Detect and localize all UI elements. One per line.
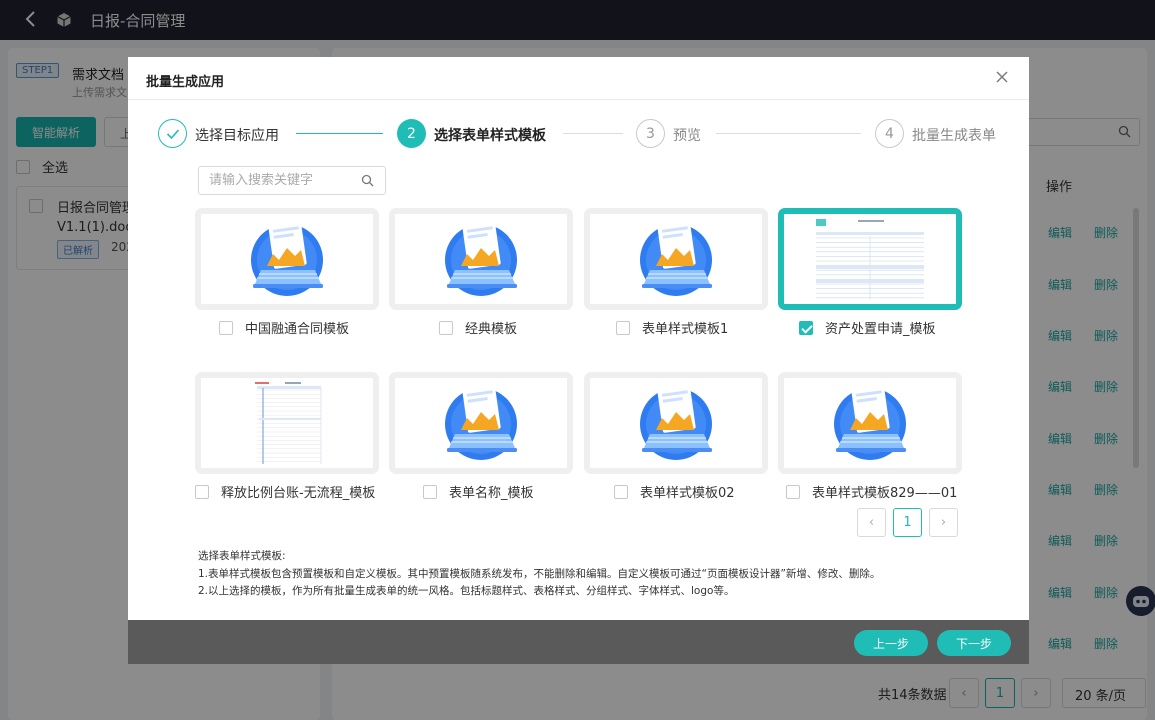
notes-line-2: 2.以上选择的模板，作为所有批量生成表单的统一风格。包括标题样式、表格样式、分组… (198, 585, 735, 597)
template-card[interactable] (195, 208, 379, 310)
template-card[interactable] (778, 372, 962, 474)
close-icon[interactable] (994, 69, 1010, 85)
dialog-header: 批量生成应用 (128, 57, 1029, 100)
template-card[interactable] (389, 372, 573, 474)
template-option[interactable]: 表单样式模板02 (614, 482, 735, 501)
step-3-number: 3 (636, 119, 665, 148)
batch-generate-dialog: 批量生成应用 选择目标应用 2 选择表单样式模板 3 预览 4 批量生成表单 中… (128, 57, 1029, 664)
step-connector (563, 133, 623, 134)
step-1-check-icon (158, 119, 187, 148)
template-checkbox[interactable] (786, 484, 800, 499)
template-checkbox[interactable] (799, 320, 813, 335)
template-label: 表单样式模板829——01 (812, 486, 958, 501)
prev-step-button[interactable]: 上一步 (854, 630, 928, 656)
step-3-label: 预览 (673, 128, 701, 144)
template-label: 经典模板 (465, 322, 518, 337)
dialog-title: 批量生成应用 (146, 75, 225, 90)
template-option[interactable]: 表单样式模板1 (616, 318, 728, 337)
template-label: 资产处置申请_模板 (825, 322, 936, 337)
notes-heading: 选择表单样式模板: (198, 550, 286, 562)
template-option[interactable]: 释放比例台账-无流程_模板 (195, 482, 375, 501)
step-connector (296, 133, 383, 134)
template-illustration-icon (784, 378, 956, 468)
template-checkbox[interactable] (423, 484, 437, 499)
template-form-preview (201, 378, 373, 468)
template-illustration-icon (590, 378, 762, 468)
template-page-next-button[interactable]: › (929, 508, 958, 537)
template-checkbox[interactable] (616, 320, 630, 335)
template-illustration-icon (395, 214, 567, 304)
template-search[interactable] (198, 166, 386, 195)
dialog-footer: 上一步 下一步 (128, 620, 1029, 664)
template-label: 释放比例台账-无流程_模板 (221, 486, 376, 501)
template-card[interactable] (195, 372, 379, 474)
template-checkbox[interactable] (614, 484, 628, 499)
template-checkbox[interactable] (195, 484, 209, 499)
template-checkbox[interactable] (439, 320, 453, 335)
template-label: 表单样式模板02 (640, 486, 735, 501)
template-label: 表单名称_模板 (449, 486, 534, 501)
template-option[interactable]: 表单样式模板829——01 (786, 482, 957, 501)
step-1-label: 选择目标应用 (195, 128, 279, 144)
template-label: 中国融通合同模板 (245, 322, 350, 337)
template-illustration-icon (395, 378, 567, 468)
template-form-preview (784, 214, 956, 304)
search-icon[interactable] (361, 174, 374, 191)
template-card[interactable] (389, 208, 573, 310)
next-step-button[interactable]: 下一步 (937, 630, 1011, 656)
step-connector (716, 133, 861, 134)
template-checkbox[interactable] (219, 320, 233, 335)
template-page-number[interactable]: 1 (893, 508, 922, 537)
step-4-number: 4 (875, 119, 904, 148)
stepper: 选择目标应用 2 选择表单样式模板 3 预览 4 批量生成表单 (158, 119, 1008, 149)
template-card[interactable] (778, 208, 962, 310)
step-2-number: 2 (397, 119, 426, 148)
template-option[interactable]: 资产处置申请_模板 (799, 318, 936, 337)
template-option[interactable]: 中国融通合同模板 (219, 318, 349, 337)
template-search-input[interactable] (209, 167, 359, 193)
template-page-prev-button[interactable]: ‹ (857, 508, 886, 537)
template-card[interactable] (584, 372, 768, 474)
step-4-label: 批量生成表单 (912, 128, 996, 144)
template-label: 表单样式模板1 (642, 322, 729, 337)
step-2-label: 选择表单样式模板 (434, 128, 546, 144)
template-option[interactable]: 表单名称_模板 (423, 482, 534, 501)
template-card[interactable] (584, 208, 768, 310)
template-illustration-icon (201, 214, 373, 304)
template-notes: 选择表单样式模板: 1.表单样式模板包含预置模板和自定义模板。其中预置模板随系统… (198, 548, 880, 601)
template-option[interactable]: 经典模板 (439, 318, 517, 337)
template-illustration-icon (590, 214, 762, 304)
notes-line-1: 1.表单样式模板包含预置模板和自定义模板。其中预置模板随系统发布，不能删除和编辑… (198, 567, 881, 580)
